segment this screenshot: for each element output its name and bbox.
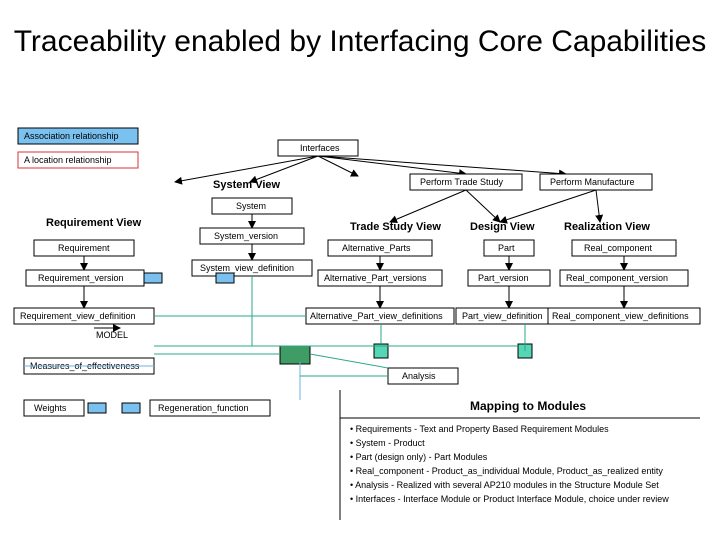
svg-text:Real_component: Real_component <box>584 243 653 253</box>
svg-text:Alternative_Part_view_definiti: Alternative_Part_view_definitions <box>310 311 443 321</box>
svg-text:Requirement_view_definition: Requirement_view_definition <box>20 311 136 321</box>
svg-text:A location relationship: A location relationship <box>24 155 112 165</box>
node-system-view-def: System_view_definition <box>192 260 312 276</box>
connector-block-icon <box>280 346 310 364</box>
svg-text:Interfaces: Interfaces <box>300 143 340 153</box>
svg-text:System: System <box>236 201 266 211</box>
mapping-line: • Requirements - Text and Property Based… <box>350 424 609 434</box>
svg-text:Real_component_version: Real_component_version <box>566 273 668 283</box>
assoc-box-icon <box>144 273 162 283</box>
svg-text:Perform Trade Study: Perform Trade Study <box>420 177 504 187</box>
assoc-box-icon <box>122 403 140 413</box>
svg-text:Association relationship: Association relationship <box>24 131 119 141</box>
node-part-view-def: Part_view_definition <box>456 308 562 324</box>
svg-text:MODEL: MODEL <box>96 330 128 340</box>
legend-arrow: MODEL <box>94 328 128 340</box>
svg-text:System_version: System_version <box>214 231 278 241</box>
node-requirement: Requirement <box>34 240 134 256</box>
svg-text:Part_version: Part_version <box>478 273 529 283</box>
node-real-component-view-defs: Real_component_view_definitions <box>548 308 700 324</box>
svg-text:Requirement_version: Requirement_version <box>38 273 124 283</box>
svg-text:Real_component_view_definition: Real_component_view_definitions <box>552 311 689 321</box>
svg-text:Alternative_Part_versions: Alternative_Part_versions <box>324 273 427 283</box>
assoc-box-icon <box>88 403 106 413</box>
hdr-real-view: Realization View <box>564 221 650 233</box>
mapping-line: • Analysis - Realized with several AP210… <box>350 480 659 490</box>
node-alt-part-versions: Alternative_Part_versions <box>318 270 442 286</box>
node-weights: Weights <box>24 400 84 416</box>
node-alt-parts: Alternative_Parts <box>328 240 432 256</box>
action-trade-study: Perform Trade Study <box>410 174 522 190</box>
action-manufacture: Perform Manufacture <box>540 174 652 190</box>
node-analysis: Analysis <box>388 368 458 384</box>
svg-text:Part_view_definition: Part_view_definition <box>462 311 543 321</box>
mapping-line: • Real_component - Product_as_individual… <box>350 466 663 476</box>
node-system-version: System_version <box>200 228 304 244</box>
hdr-system-view: System View <box>213 179 281 191</box>
mapping-line: • Interfaces - Interface Module or Produ… <box>350 494 669 504</box>
svg-text:Requirement: Requirement <box>58 243 110 253</box>
diagram-canvas: Association relationship A location rela… <box>0 110 720 540</box>
svg-text:Part: Part <box>498 243 515 253</box>
node-real-component: Real_component <box>572 240 676 256</box>
svg-text:System_view_definition: System_view_definition <box>200 263 294 273</box>
hdr-design-view: Design View <box>470 221 535 233</box>
page-title: Traceability enabled by Interfacing Core… <box>0 24 720 60</box>
node-real-component-version: Real_component_version <box>560 270 688 286</box>
svg-text:Weights: Weights <box>34 403 67 413</box>
node-part-version: Part_version <box>468 270 550 286</box>
svg-text:Analysis: Analysis <box>402 371 436 381</box>
node-regen: Regeneration_function <box>150 400 270 416</box>
svg-text:Alternative_Parts: Alternative_Parts <box>342 243 411 253</box>
assoc-box-icon <box>216 273 234 283</box>
legend-locate: A location relationship <box>18 152 138 168</box>
hdr-trade-view: Trade Study View <box>350 221 441 233</box>
node-interfaces: Interfaces <box>278 140 358 156</box>
svg-text:Regeneration_function: Regeneration_function <box>158 403 249 413</box>
mapping-title: Mapping to Modules <box>470 399 586 413</box>
svg-text:Perform Manufacture: Perform Manufacture <box>550 177 635 187</box>
node-part: Part <box>484 240 534 256</box>
legend-assoc: Association relationship <box>18 128 138 144</box>
node-requirement-view-def: Requirement_view_definition <box>14 308 154 324</box>
mapping-line: • Part (design only) - Part Modules <box>350 452 488 462</box>
node-alt-part-view-defs: Alternative_Part_view_definitions <box>306 308 454 324</box>
mapping-line: • System - Product <box>350 438 425 448</box>
node-requirement-version: Requirement_version <box>26 270 144 286</box>
hdr-req-view: Requirement View <box>46 217 142 229</box>
node-system: System <box>212 198 292 214</box>
